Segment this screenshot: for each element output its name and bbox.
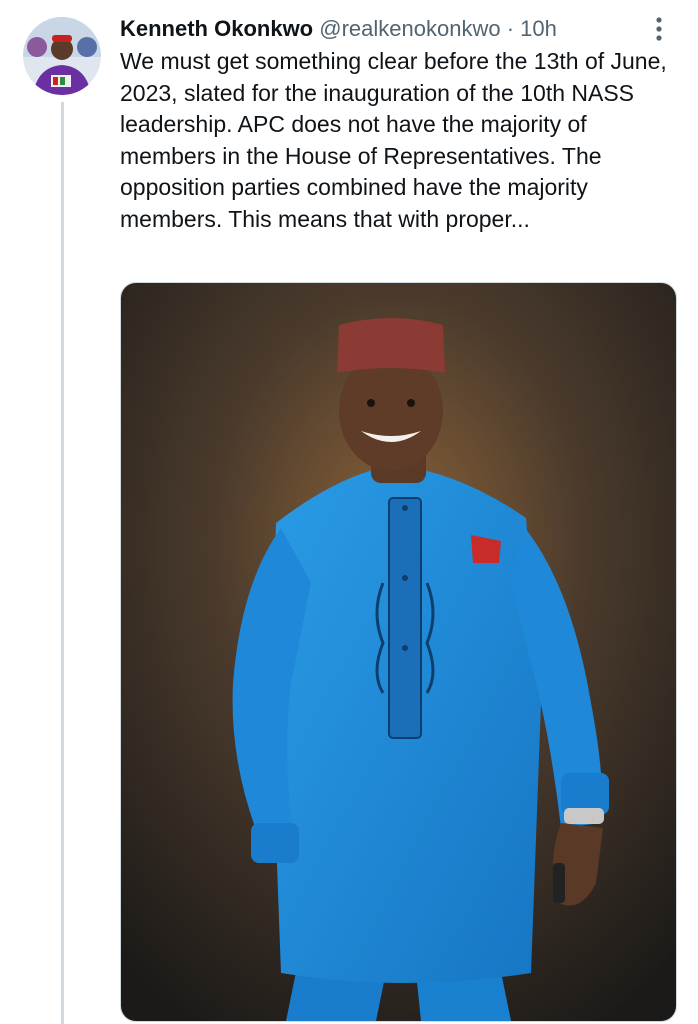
tweet-text: We must get something clear before the 1… [120, 48, 667, 232]
tweet-photo[interactable] [120, 282, 677, 1022]
more-options-button[interactable] [650, 14, 668, 44]
author-name[interactable]: Kenneth Okonkwo [120, 16, 313, 41]
vertical-dots-icon [656, 17, 662, 41]
tweet[interactable]: Kenneth Okonkwo @realkenokonkwo · 10h We… [0, 0, 698, 1024]
avatar[interactable] [23, 17, 101, 95]
author-handle[interactable]: @realkenokonkwo [319, 16, 500, 41]
photo-man-in-blue-attire [121, 283, 676, 1021]
tweet-time[interactable]: 10h [520, 16, 557, 41]
tweet-header: Kenneth Okonkwo @realkenokonkwo · 10h [120, 14, 658, 44]
thread-line [61, 102, 64, 1024]
separator-dot: · [506, 16, 515, 41]
avatar-image [23, 17, 101, 95]
